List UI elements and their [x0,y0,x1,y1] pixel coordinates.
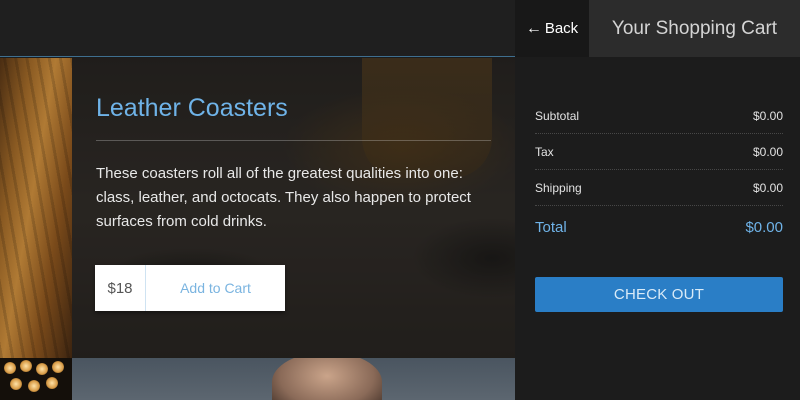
subtotal-label: Subtotal [535,108,580,123]
tax-value: $0.00 [752,144,783,159]
tax-label: Tax [535,144,554,159]
shipping-label: Shipping [535,180,582,195]
product-description: These coasters roll all of the greatest … [96,165,471,230]
person-photo [72,358,515,400]
left-arrow-icon: ← [525,19,542,37]
total-label: Total [535,218,567,236]
bokeh-lights-photo [0,358,72,400]
top-header: ← Back Your Shopping Cart [0,0,800,57]
back-label: Back [544,20,579,37]
shipping-row: Shipping $0.00 [535,170,783,206]
product-title: Leather Coasters [96,94,288,122]
person-face [272,358,382,400]
shipping-value: $0.00 [752,180,783,195]
buy-group: $18 Add to Cart [95,265,285,311]
cart-sidebar: Subtotal $0.00 Tax $0.00 Shipping $0.00 … [515,58,800,400]
subtotal-row: Subtotal $0.00 [535,98,783,134]
cart-summary: Subtotal $0.00 Tax $0.00 Shipping $0.00 … [535,98,783,248]
cart-title: Your Shopping Cart [589,0,800,57]
product-price: $18 [95,265,146,311]
title-divider [96,140,491,141]
back-button[interactable]: ← Back [515,0,589,57]
checkout-button[interactable]: CHECK OUT [535,277,783,312]
total-value: $0.00 [745,218,783,236]
total-row: Total $0.00 [535,206,783,248]
add-to-cart-button[interactable]: Add to Cart [146,265,285,311]
product-card: Leather Coasters These coasters roll all… [72,58,515,358]
wood-table-photo [0,58,72,358]
tax-row: Tax $0.00 [535,134,783,170]
subtotal-value: $0.00 [752,108,783,123]
